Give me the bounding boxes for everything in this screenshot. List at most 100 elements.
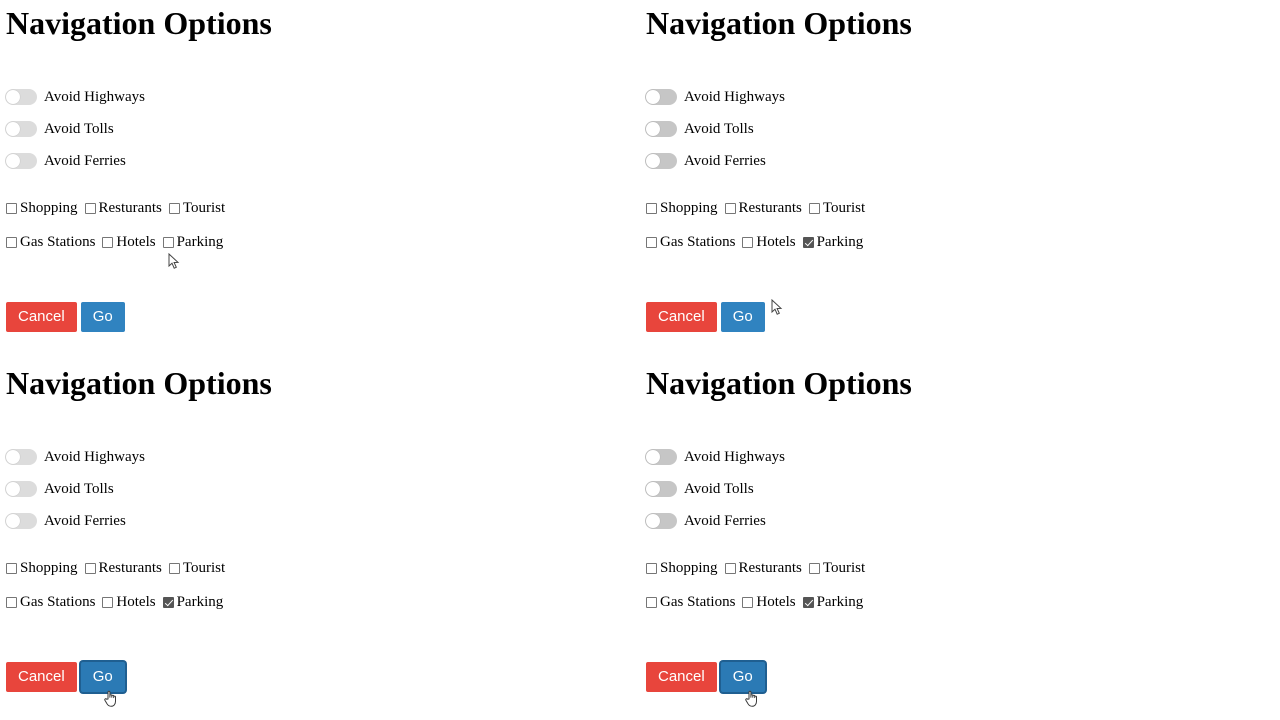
checkbox-label: Parking xyxy=(816,593,864,610)
checkbox-icon[interactable] xyxy=(84,202,96,214)
checkbox-item-resturants[interactable]: Resturants xyxy=(724,199,802,216)
go-button[interactable]: Go xyxy=(720,302,765,332)
checkbox-item-shopping[interactable]: Shopping xyxy=(646,560,718,576)
toggle-switch-icon[interactable] xyxy=(645,153,677,169)
checkbox-label: Shopping xyxy=(660,199,718,216)
checkbox-group: Shopping Resturants Tourist Gas Stations xyxy=(6,198,640,252)
checkbox-icon[interactable] xyxy=(6,596,17,608)
toggle-switch-icon[interactable] xyxy=(5,121,37,137)
toggle-row-avoid-highways[interactable]: Avoid Highways xyxy=(5,86,640,108)
toggle-switch-icon[interactable] xyxy=(5,513,37,529)
checkbox-item-shopping[interactable]: Shopping xyxy=(6,560,78,576)
checkbox-icon[interactable] xyxy=(6,562,17,574)
checkbox-icon[interactable] xyxy=(646,202,657,214)
checkbox-icon[interactable] xyxy=(6,236,17,248)
cancel-button[interactable]: Cancel xyxy=(6,662,77,692)
checkbox-icon[interactable] xyxy=(102,596,114,608)
toggle-row-avoid-highways[interactable]: Avoid Highways xyxy=(645,446,1280,468)
checkbox-label: Hotels xyxy=(756,593,796,610)
checkbox-item-gas-stations[interactable]: Gas Stations xyxy=(6,594,95,610)
checkbox-item-tourist[interactable]: Tourist xyxy=(808,560,865,576)
checkbox-item-parking[interactable]: Parking xyxy=(162,594,223,610)
toggle-switch-icon[interactable] xyxy=(645,481,677,497)
checkbox-icon[interactable] xyxy=(742,596,754,608)
checkbox-icon[interactable] xyxy=(162,236,174,248)
go-button[interactable]: Go xyxy=(720,662,765,692)
toggle-label: Avoid Highways xyxy=(684,89,785,105)
checkbox-icon[interactable] xyxy=(808,202,820,214)
toggle-switch-icon[interactable] xyxy=(645,89,677,105)
checkbox-item-hotels[interactable]: Hotels xyxy=(742,234,796,250)
checkbox-icon[interactable] xyxy=(646,562,657,574)
toggle-switch-icon[interactable] xyxy=(5,153,37,169)
checkbox-item-resturants[interactable]: Resturants xyxy=(84,560,162,576)
checkbox-item-tourist[interactable]: Tourist xyxy=(808,200,865,216)
checkbox-item-parking[interactable]: Parking xyxy=(802,234,863,250)
button-bar: Cancel Go xyxy=(646,662,1280,692)
toggle-switch-icon[interactable] xyxy=(5,89,37,105)
checkbox-icon[interactable] xyxy=(802,236,814,248)
toggle-label: Avoid Ferries xyxy=(44,153,126,169)
checkbox-icon[interactable] xyxy=(724,202,736,214)
checkbox-label: Resturants xyxy=(738,199,802,216)
toggle-knob-icon xyxy=(646,482,660,496)
cancel-button[interactable]: Cancel xyxy=(646,662,717,692)
checkbox-item-hotels[interactable]: Hotels xyxy=(102,233,156,250)
go-button[interactable]: Go xyxy=(80,662,125,692)
checkbox-label: Hotels xyxy=(116,233,156,250)
toggle-knob-icon xyxy=(646,514,660,528)
toggle-label: Avoid Tolls xyxy=(684,121,754,137)
toggle-row-avoid-tolls[interactable]: Avoid Tolls xyxy=(5,118,640,140)
checkbox-icon[interactable] xyxy=(742,236,754,248)
checkbox-item-hotels[interactable]: Hotels xyxy=(742,593,796,610)
checkbox-item-hotels[interactable]: Hotels xyxy=(102,594,156,610)
checkbox-icon[interactable] xyxy=(802,596,814,608)
toggle-switch-icon[interactable] xyxy=(645,513,677,529)
toggle-row-avoid-highways[interactable]: Avoid Highways xyxy=(5,446,640,468)
go-button[interactable]: Go xyxy=(80,302,125,332)
checkbox-icon[interactable] xyxy=(168,202,180,214)
checkbox-item-resturants[interactable]: Resturants xyxy=(84,200,162,216)
page-title: Navigation Options xyxy=(646,5,912,41)
button-bar: Cancel Go xyxy=(6,662,640,692)
checkbox-icon[interactable] xyxy=(808,562,820,574)
checkbox-item-parking[interactable]: Parking xyxy=(802,593,864,610)
checkbox-item-shopping[interactable]: Shopping xyxy=(646,199,718,216)
toggle-knob-icon xyxy=(6,482,20,496)
checkbox-label: Tourist xyxy=(182,559,226,576)
toggle-switch-icon[interactable] xyxy=(5,449,37,465)
toggle-row-avoid-ferries[interactable]: Avoid Ferries xyxy=(5,150,640,172)
toggle-row-avoid-ferries[interactable]: Avoid Ferries xyxy=(645,510,1280,532)
toggle-switch-icon[interactable] xyxy=(5,481,37,497)
checkbox-item-gas-stations[interactable]: Gas Stations xyxy=(646,594,735,610)
toggle-knob-icon xyxy=(646,122,660,136)
toggle-label: Avoid Ferries xyxy=(44,513,126,529)
checkbox-item-tourist[interactable]: Tourist xyxy=(168,559,226,576)
cancel-button[interactable]: Cancel xyxy=(646,302,717,332)
checkbox-icon[interactable] xyxy=(102,236,114,248)
toggle-row-avoid-ferries[interactable]: Avoid Ferries xyxy=(5,510,640,532)
toggle-row-avoid-ferries[interactable]: Avoid Ferries xyxy=(645,150,1280,172)
checkbox-item-gas-stations[interactable]: Gas Stations xyxy=(6,234,95,250)
toggle-knob-icon xyxy=(6,90,20,104)
checkbox-icon[interactable] xyxy=(646,596,657,608)
cancel-button[interactable]: Cancel xyxy=(6,302,77,332)
toggle-switch-icon[interactable] xyxy=(645,449,677,465)
toggle-row-avoid-highways[interactable]: Avoid Highways xyxy=(645,86,1280,108)
checkbox-item-parking[interactable]: Parking xyxy=(162,234,223,250)
toggle-row-avoid-tolls[interactable]: Avoid Tolls xyxy=(645,118,1280,140)
checkbox-item-tourist[interactable]: Tourist xyxy=(168,200,225,216)
checkbox-icon[interactable] xyxy=(168,562,180,574)
toggle-row-avoid-tolls[interactable]: Avoid Tolls xyxy=(645,478,1280,500)
checkbox-icon[interactable] xyxy=(6,202,17,214)
checkbox-icon[interactable] xyxy=(84,562,96,574)
checkbox-icon[interactable] xyxy=(646,236,657,248)
checkbox-item-shopping[interactable]: Shopping xyxy=(6,200,78,216)
checkbox-icon[interactable] xyxy=(724,562,736,574)
checkbox-item-resturants[interactable]: Resturants xyxy=(724,560,802,576)
toggle-row-avoid-tolls[interactable]: Avoid Tolls xyxy=(5,478,640,500)
toggle-switch-icon[interactable] xyxy=(645,121,677,137)
checkbox-item-gas-stations[interactable]: Gas Stations xyxy=(646,234,735,250)
toggle-label: Avoid Highways xyxy=(684,449,785,465)
checkbox-icon[interactable] xyxy=(162,596,174,608)
